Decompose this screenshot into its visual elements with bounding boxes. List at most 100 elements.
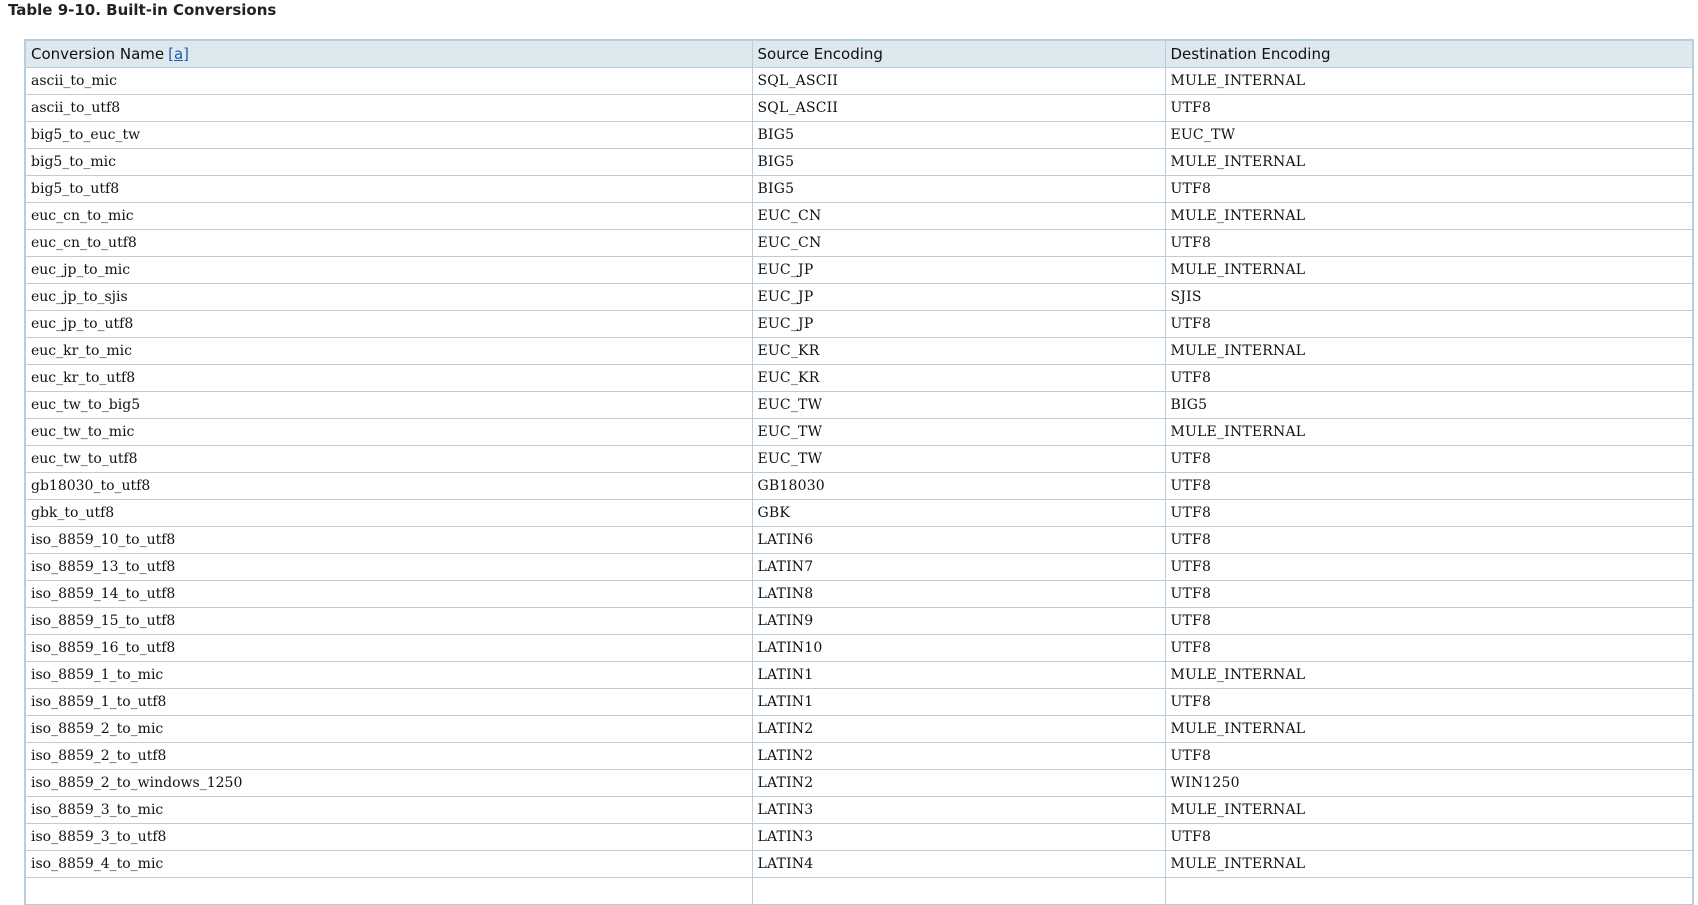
source-encoding-cell: LATIN8 — [751, 580, 1166, 608]
destination-encoding-cell: UTF8 — [1164, 526, 1694, 554]
table-row: big5_to_euc_tw BIG5 EUC_TW — [24, 121, 1694, 149]
source-encoding-cell: EUC_TW — [751, 391, 1166, 419]
conversion-name-cell: iso_8859_1_to_utf8 — [24, 688, 753, 716]
header-conversion-name-label: Conversion Name — [31, 45, 165, 63]
table-row: iso_8859_3_to_mic LATIN3 MULE_INTERNAL — [24, 796, 1694, 824]
source-encoding-cell: LATIN1 — [751, 661, 1166, 689]
destination-encoding-cell: BIG5 — [1164, 391, 1694, 419]
conversions-table-container: Conversion Name [a] Source Encoding Desti… — [24, 39, 1694, 905]
destination-encoding-cell: UTF8 — [1164, 607, 1694, 635]
conversion-name-cell: iso_8859_10_to_utf8 — [24, 526, 753, 554]
table-row: iso_8859_3_to_utf8 LATIN3 UTF8 — [24, 823, 1694, 851]
table-row: euc_cn_to_mic EUC_CN MULE_INTERNAL — [24, 202, 1694, 230]
source-encoding-cell: BIG5 — [751, 175, 1166, 203]
source-encoding-cell: LATIN6 — [751, 526, 1166, 554]
source-encoding-cell: SQL_ASCII — [751, 67, 1166, 95]
table-row: euc_tw_to_big5 EUC_TW BIG5 — [24, 391, 1694, 419]
source-encoding-cell: LATIN2 — [751, 769, 1166, 797]
conversion-name-cell: euc_cn_to_mic — [24, 202, 753, 230]
source-encoding-cell: LATIN4 — [751, 850, 1166, 878]
destination-encoding-cell: UTF8 — [1164, 580, 1694, 608]
destination-encoding-cell: UTF8 — [1164, 310, 1694, 338]
source-encoding-cell: LATIN3 — [751, 796, 1166, 824]
conversion-name-cell: euc_kr_to_utf8 — [24, 364, 753, 392]
source-encoding-cell: LATIN9 — [751, 607, 1166, 635]
destination-encoding-cell: UTF8 — [1164, 553, 1694, 581]
conversion-name-cell: iso_8859_1_to_mic — [24, 661, 753, 689]
table-row: euc_kr_to_mic EUC_KR MULE_INTERNAL — [24, 337, 1694, 365]
conversion-name-cell: iso_8859_13_to_utf8 — [24, 553, 753, 581]
table-row: iso_8859_1_to_utf8 LATIN1 UTF8 — [24, 688, 1694, 716]
table-row: iso_8859_1_to_mic LATIN1 MULE_INTERNAL — [24, 661, 1694, 689]
destination-encoding-cell: UTF8 — [1164, 472, 1694, 500]
table-row: iso_8859_2_to_mic LATIN2 MULE_INTERNAL — [24, 715, 1694, 743]
destination-encoding-cell: MULE_INTERNAL — [1164, 337, 1694, 365]
conversion-name-cell: euc_jp_to_sjis — [24, 283, 753, 311]
table-row: euc_jp_to_mic EUC_JP MULE_INTERNAL — [24, 256, 1694, 284]
destination-encoding-cell: MULE_INTERNAL — [1164, 148, 1694, 176]
conversion-name-cell: iso_8859_15_to_utf8 — [24, 607, 753, 635]
conversions-table: Conversion Name [a] Source Encoding Desti… — [24, 39, 1694, 905]
conversion-name-cell: iso_8859_3_to_utf8 — [24, 823, 753, 851]
destination-encoding-cell: UTF8 — [1164, 364, 1694, 392]
table-row: euc_tw_to_utf8 EUC_TW UTF8 — [24, 445, 1694, 473]
destination-encoding-cell: UTF8 — [1164, 499, 1694, 527]
table-row: euc_tw_to_mic EUC_TW MULE_INTERNAL — [24, 418, 1694, 446]
conversion-name-cell: euc_tw_to_utf8 — [24, 445, 753, 473]
table-row: euc_cn_to_utf8 EUC_CN UTF8 — [24, 229, 1694, 257]
source-encoding-cell: GB18030 — [751, 472, 1166, 500]
source-encoding-cell: LATIN3 — [751, 823, 1166, 851]
source-encoding-cell: SQL_ASCII — [751, 94, 1166, 122]
conversion-name-cell: iso_8859_4_to_mic — [24, 850, 753, 878]
header-row: Conversion Name [a] Source Encoding Desti… — [24, 39, 1694, 68]
table-row: iso_8859_4_to_mic LATIN4 MULE_INTERNAL — [24, 850, 1694, 878]
table-row: iso_8859_10_to_utf8 LATIN6 UTF8 — [24, 526, 1694, 554]
source-encoding-cell: BIG5 — [751, 121, 1166, 149]
header-destination-encoding: Destination Encoding — [1164, 39, 1694, 68]
destination-encoding-cell: UTF8 — [1164, 229, 1694, 257]
table-row: euc_jp_to_utf8 EUC_JP UTF8 — [24, 310, 1694, 338]
destination-encoding-cell: MULE_INTERNAL — [1164, 67, 1694, 95]
conversion-name-cell: big5_to_euc_tw — [24, 121, 753, 149]
table-row: iso_8859_15_to_utf8 LATIN9 UTF8 — [24, 607, 1694, 635]
source-encoding-cell: LATIN2 — [751, 715, 1166, 743]
table-row: ascii_to_mic SQL_ASCII MULE_INTERNAL — [24, 67, 1694, 95]
source-encoding-cell: EUC_TW — [751, 445, 1166, 473]
destination-encoding-cell: UTF8 — [1164, 94, 1694, 122]
conversion-name-cell: big5_to_mic — [24, 148, 753, 176]
source-encoding-cell: LATIN2 — [751, 742, 1166, 770]
conversion-name-cell: euc_jp_to_utf8 — [24, 310, 753, 338]
destination-encoding-cell: UTF8 — [1164, 742, 1694, 770]
source-encoding-cell: LATIN7 — [751, 553, 1166, 581]
conversion-name-cell: iso_8859_16_to_utf8 — [24, 634, 753, 662]
destination-encoding-cell: EUC_TW — [1164, 121, 1694, 149]
source-encoding-cell: LATIN1 — [751, 688, 1166, 716]
conversion-name-cell: euc_tw_to_mic — [24, 418, 753, 446]
conversion-name-cell: iso_8859_14_to_utf8 — [24, 580, 753, 608]
source-encoding-cell: EUC_CN — [751, 229, 1166, 257]
conversion-name-cell: iso_8859_3_to_mic — [24, 796, 753, 824]
destination-encoding-cell: MULE_INTERNAL — [1164, 715, 1694, 743]
source-encoding-cell: BIG5 — [751, 148, 1166, 176]
conversion-name-cell: gbk_to_utf8 — [24, 499, 753, 527]
destination-encoding-cell: SJIS — [1164, 283, 1694, 311]
table-body: ascii_to_mic SQL_ASCII MULE_INTERNAL ascii_… — [24, 67, 1694, 905]
table-row: gbk_to_utf8 GBK UTF8 — [24, 499, 1694, 527]
table-row: gb18030_to_utf8 GB18030 UTF8 — [24, 472, 1694, 500]
destination-encoding-cell: UTF8 — [1164, 823, 1694, 851]
destination-encoding-cell: UTF8 — [1164, 688, 1694, 716]
table-row: big5_to_utf8 BIG5 UTF8 — [24, 175, 1694, 203]
source-encoding-cell: EUC_JP — [751, 283, 1166, 311]
table-row: big5_to_mic BIG5 MULE_INTERNAL — [24, 148, 1694, 176]
destination-encoding-cell: MULE_INTERNAL — [1164, 661, 1694, 689]
conversion-name-cell: euc_cn_to_utf8 — [24, 229, 753, 257]
conversion-name-cell: euc_jp_to_mic — [24, 256, 753, 284]
destination-encoding-cell: UTF8 — [1164, 175, 1694, 203]
footnote-link[interactable]: [a] — [168, 45, 189, 63]
conversion-name-cell: iso_8859_2_to_mic — [24, 715, 753, 743]
destination-encoding-cell: MULE_INTERNAL — [1164, 256, 1694, 284]
destination-encoding-cell: MULE_INTERNAL — [1164, 418, 1694, 446]
conversion-name-cell: gb18030_to_utf8 — [24, 472, 753, 500]
destination-encoding-cell: UTF8 — [1164, 445, 1694, 473]
destination-encoding-cell: UTF8 — [1164, 634, 1694, 662]
